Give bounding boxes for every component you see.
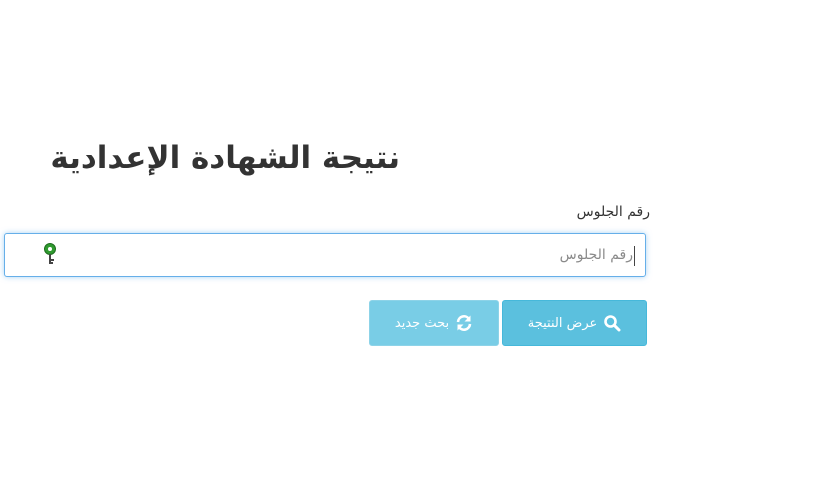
key-icon[interactable]	[43, 242, 57, 268]
result-page: نتيجة الشهادة الإعدادية رقم الجلوس عرض ا…	[0, 0, 840, 499]
new-search-button[interactable]: بحث جديد	[369, 300, 499, 346]
new-search-label: بحث جديد	[394, 315, 450, 331]
seat-number-field-wrapper	[4, 233, 646, 277]
page-title: نتيجة الشهادة الإعدادية	[50, 140, 400, 176]
seat-number-label: رقم الجلوس	[576, 204, 650, 220]
seat-number-input[interactable]	[5, 234, 645, 276]
refresh-icon	[456, 315, 472, 331]
show-result-label: عرض النتيجة	[527, 315, 598, 331]
search-icon	[604, 315, 621, 332]
show-result-button[interactable]: عرض النتيجة	[502, 300, 647, 346]
text-cursor	[634, 246, 635, 266]
